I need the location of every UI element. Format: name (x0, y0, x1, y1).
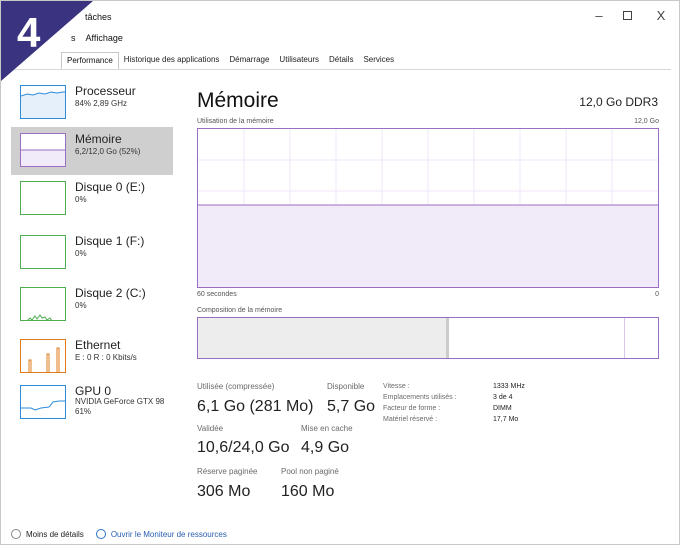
page-title: Mémoire (197, 89, 279, 112)
available-label: Disponible (327, 382, 365, 391)
composition-standby-divider (624, 318, 625, 358)
minimize-button[interactable]: – (587, 7, 611, 25)
resource-stat-secondary: 61% (75, 407, 92, 416)
tab-services[interactable]: Services (358, 52, 399, 69)
task-manager-window: 4 tâches – X s Affichage Performance His… (0, 0, 680, 545)
resource-monitor-icon (95, 529, 106, 539)
resource-processeur[interactable]: Processeur 84% 2,89 GHz (11, 79, 173, 127)
committed-label: Validée (197, 424, 224, 433)
cpu-sparkline (21, 91, 65, 118)
memory-composition-bar (197, 317, 659, 359)
resource-disque-0[interactable]: Disque 0 (E:) 0% (11, 175, 173, 223)
resource-disque-1[interactable]: Disque 1 (F:) 0% (11, 229, 173, 277)
spec-speed-label: Vitesse : (383, 383, 410, 390)
ethernet-sparkline (28, 347, 60, 372)
resource-stat: NVIDIA GeForce GTX 98 (75, 397, 165, 406)
resource-stat: 0% (75, 301, 87, 310)
resource-name: Processeur (75, 84, 136, 98)
spec-form-factor-value: DIMM (493, 405, 512, 412)
available-value: 5,7 Go (327, 398, 376, 415)
resource-gpu-0[interactable]: GPU 0 NVIDIA GeForce GTX 98 61% (11, 379, 173, 427)
memory-thumbnail-graph (20, 133, 66, 167)
disk-thumbnail-graph (20, 287, 66, 321)
committed-value: 10,6/24,0 Go (197, 439, 290, 456)
resource-stat: 0% (75, 249, 87, 258)
time-axis-min: 0 (655, 291, 659, 298)
title-bar: tâches – X (1, 1, 680, 31)
nonpaged-pool-label: Pool non paginé (281, 467, 339, 476)
composition-modified (446, 318, 449, 358)
memory-usage-chart (198, 129, 658, 287)
spec-slots-value: 3 de 4 (493, 394, 513, 401)
used-value: 6,1 Go (281 Mo) (197, 398, 314, 415)
footer-bar: Moins de détails Ouvrir le Moniteur de r… (11, 529, 227, 539)
spec-reserved-label: Matériel réservé : (383, 416, 438, 423)
resource-stat: E : 0 R : 0 Kbits/s (75, 353, 137, 362)
step-badge: 4 (1, 1, 93, 81)
maximize-button[interactable] (615, 7, 639, 25)
tab-details[interactable]: Détails (324, 52, 358, 69)
gpu-sparkline (21, 400, 65, 411)
resource-name: Ethernet (75, 338, 121, 352)
tab-bar: Performance Historique des applications … (61, 52, 399, 69)
spec-speed-value: 1333 MHz (493, 383, 525, 390)
paged-pool-value: 306 Mo (197, 483, 251, 500)
spec-slots-label: Emplacements utilisés : (383, 394, 457, 401)
spec-reserved-value: 17,7 Mo (493, 416, 519, 423)
chevron-up-icon (11, 529, 21, 539)
used-label: Utilisée (compressée) (197, 382, 275, 391)
resource-stat: 84% 2,89 GHz (75, 99, 128, 108)
tab-divider (11, 69, 671, 70)
memory-sparkline (21, 149, 65, 166)
composition-label: Composition de la mémoire (197, 307, 283, 314)
resource-disque-2[interactable]: Disque 2 (C:) 0% (11, 281, 173, 329)
resource-ethernet[interactable]: Ethernet E : 0 R : 0 Kbits/s (11, 333, 173, 381)
memory-spec: 12,0 Go DDR3 (579, 95, 658, 109)
disk-thumbnail-graph (20, 181, 66, 215)
disk-sparkline (27, 314, 52, 320)
nonpaged-pool-value: 160 Mo (281, 483, 335, 500)
resource-name: Disque 0 (E:) (75, 180, 146, 194)
resource-name: Mémoire (75, 132, 122, 146)
cached-label: Mise en cache (301, 424, 353, 433)
cached-value: 4,9 Go (301, 439, 350, 456)
step-number: 4 (17, 9, 41, 56)
resource-stat: 0% (75, 195, 87, 204)
usage-graph-max: 12,0 Go (634, 118, 659, 125)
memory-usage-area (198, 205, 658, 287)
tab-historique[interactable]: Historique des applications (119, 52, 225, 69)
resource-name: Disque 2 (C:) (75, 286, 146, 300)
resource-name: Disque 1 (F:) (75, 234, 145, 248)
ethernet-thumbnail-graph (20, 339, 66, 373)
close-button[interactable]: X (649, 7, 673, 25)
step-badge-shape: 4 (1, 1, 93, 81)
open-resource-monitor-link[interactable]: Ouvrir le Moniteur de ressources (111, 530, 227, 539)
composition-in-use (198, 318, 446, 358)
time-axis-label: 60 secondes (197, 291, 237, 298)
spec-form-factor-label: Facteur de forme : (383, 405, 441, 412)
tab-demarrage[interactable]: Démarrage (224, 52, 274, 69)
paged-pool-label: Réserve paginée (197, 467, 258, 476)
resource-memoire[interactable]: Mémoire 6,2/12,0 Go (52%) (11, 127, 173, 175)
gpu-thumbnail-graph (20, 385, 66, 419)
resource-list: Processeur 84% 2,89 GHz Mémoire 6,2/12,0… (11, 79, 173, 499)
fewer-details-button[interactable]: Moins de détails (26, 530, 84, 539)
disk-thumbnail-graph (20, 235, 66, 269)
tab-utilisateurs[interactable]: Utilisateurs (274, 52, 324, 69)
usage-graph-label: Utilisation de la mémoire (197, 118, 274, 125)
cpu-thumbnail-graph (20, 85, 66, 119)
resource-name: GPU 0 (75, 384, 112, 398)
memory-usage-graph (197, 128, 659, 288)
maximize-icon (622, 11, 632, 20)
resource-stat: 6,2/12,0 Go (52%) (75, 147, 141, 156)
